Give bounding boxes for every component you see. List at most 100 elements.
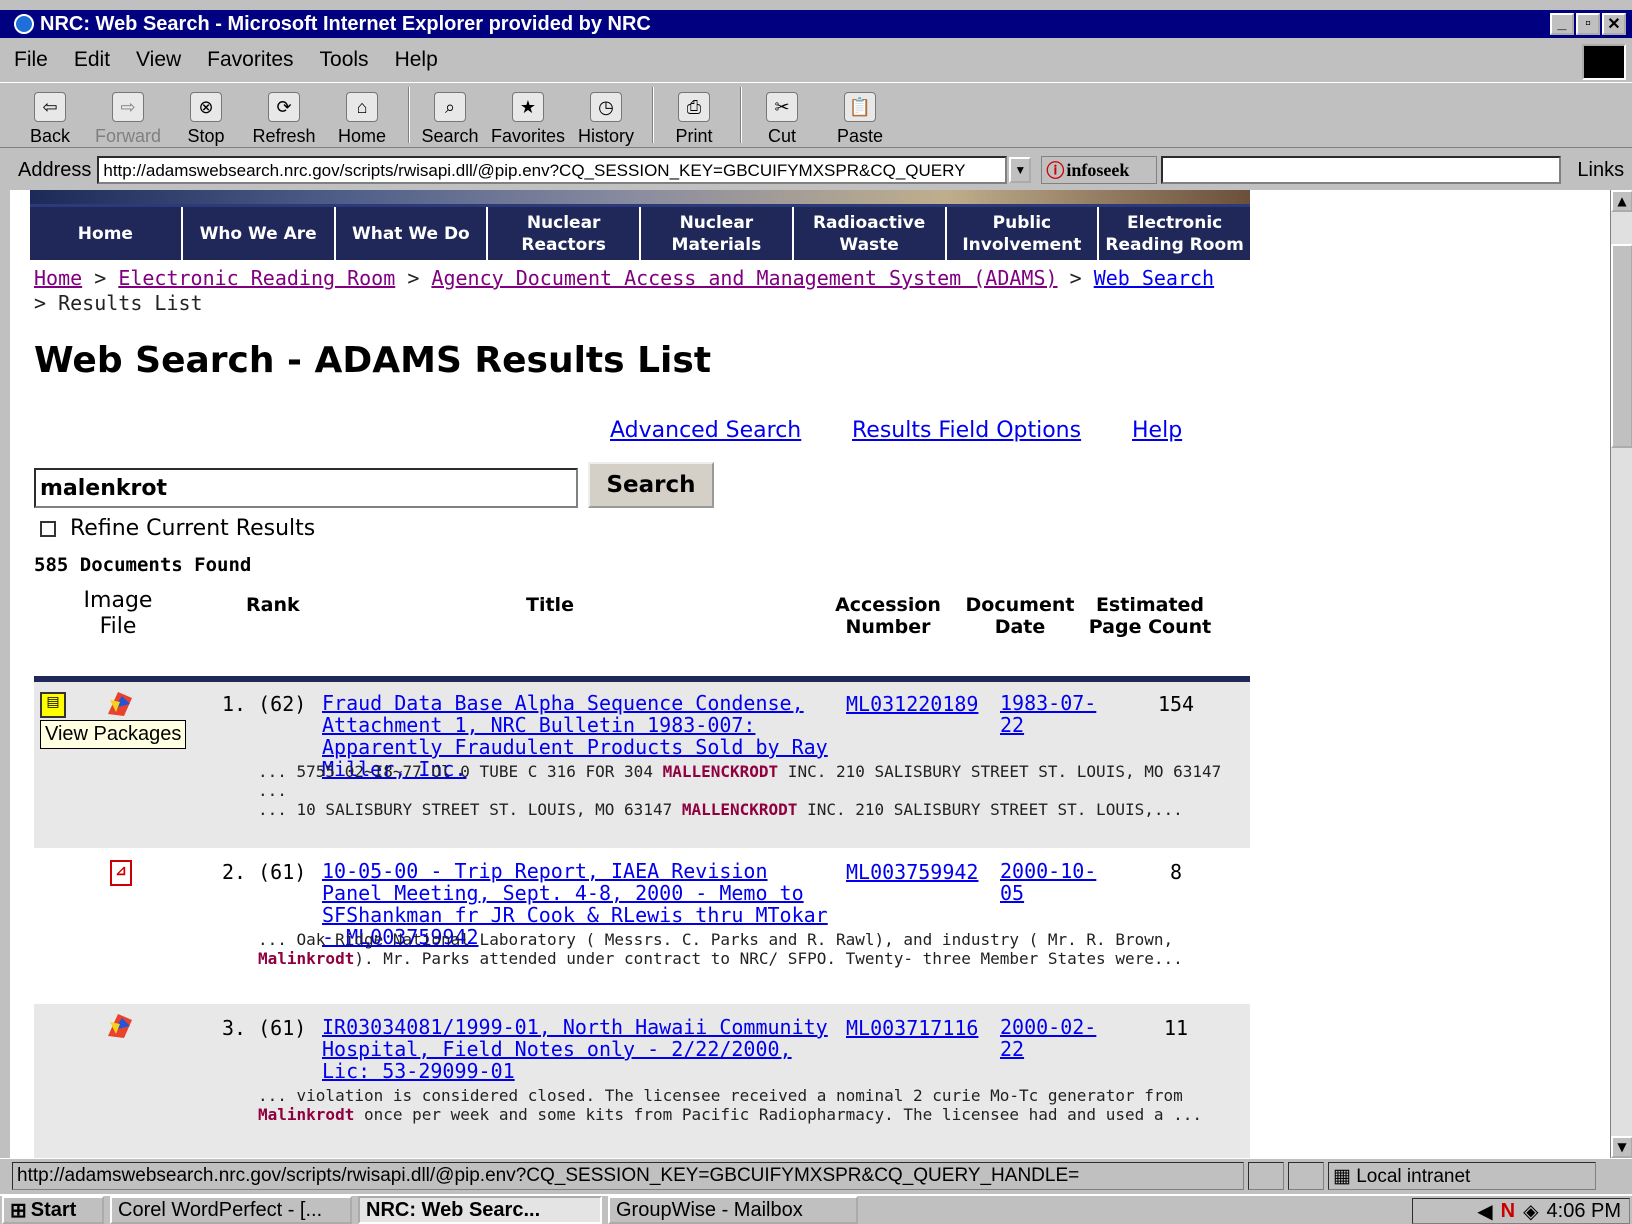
favorites-button[interactable]: ★ Favorites [491, 92, 565, 147]
maximize-button[interactable]: ▫ [1576, 13, 1600, 35]
breadcrumb-web-search[interactable]: Web Search [1094, 266, 1214, 290]
menu-edit[interactable]: Edit [74, 48, 110, 72]
security-zone: ▦ Local intranet [1328, 1161, 1596, 1190]
rank-value: 1. (62) [222, 692, 307, 716]
nav-nuclear-materials[interactable]: Nuclear Materials [641, 207, 794, 260]
window-title: NRC: Web Search - Microsoft Internet Exp… [40, 12, 651, 35]
print-button[interactable]: ⎙ Print [662, 92, 726, 147]
page-viewport: Home Who We Are What We Do Nuclear React… [10, 190, 1610, 1158]
menu-favorites[interactable]: Favorites [207, 48, 293, 72]
pdf-icon[interactable]: ⊿ [110, 860, 132, 886]
task-groupwise-mailbox[interactable]: GroupWise - Mailbox [608, 1196, 858, 1224]
table-row: ▤ 1. (62) Fraud Data Base Alpha Sequence… [34, 682, 1250, 848]
nav-what-we-do[interactable]: What We Do [336, 207, 489, 260]
cut-icon: ✂ [766, 92, 798, 122]
vertical-scrollbar[interactable]: ▲ ▼ [1610, 190, 1632, 1158]
stop-button[interactable]: ⊗ Stop [174, 92, 238, 147]
accession-number-link[interactable]: ML003759942 [846, 860, 978, 884]
infoseek-button[interactable]: ⓘ infoseek [1041, 156, 1158, 184]
forward-button[interactable]: ⇨ Forward [95, 92, 161, 147]
search-button[interactable]: Search [588, 462, 714, 508]
status-pane [1288, 1161, 1324, 1190]
infoseek-search-input[interactable] [1161, 156, 1562, 184]
toolbar: ⇦ Back ⇨ Forward ⊗ Stop ⟳ Refresh ⌂ Home ⌕ Sea… [0, 82, 1632, 148]
header-image-file: Image File [83, 588, 153, 639]
search-button-toolbar[interactable]: ⌕ Search [418, 92, 482, 147]
breadcrumb-home[interactable]: Home [34, 266, 82, 290]
page-title: Web Search - ADAMS Results List [34, 340, 712, 381]
advanced-search-link[interactable]: Advanced Search [610, 418, 801, 443]
breadcrumb-adams[interactable]: Agency Document Access and Management Sy… [431, 266, 1057, 290]
nav-radioactive-waste[interactable]: Radioactive Waste [794, 207, 947, 260]
nav-nuclear-reactors[interactable]: Nuclear Reactors [488, 207, 641, 260]
status-bar: http://adamswebsearch.nrc.gov/scripts/rw… [0, 1158, 1632, 1192]
results-field-options-link[interactable]: Results Field Options [852, 418, 1081, 443]
paste-button[interactable]: 📋 Paste [828, 92, 892, 147]
page-count: 11 [1163, 1016, 1189, 1040]
favorites-icon: ★ [512, 92, 544, 122]
windows-flag-icon: ⊞ [10, 1199, 27, 1222]
document-date-link[interactable]: 2000-02-22 [1000, 1016, 1100, 1060]
menu-view[interactable]: View [136, 48, 181, 72]
nav-home[interactable]: Home [30, 207, 183, 260]
refine-current-results[interactable]: Refine Current Results [40, 516, 315, 541]
menu-tools[interactable]: Tools [320, 48, 369, 72]
links-button[interactable]: Links [1577, 159, 1624, 182]
close-button[interactable]: ✕ [1602, 13, 1626, 35]
scroll-down-button[interactable]: ▼ [1611, 1136, 1632, 1158]
header-title[interactable]: Title [526, 594, 574, 616]
image-file-icon[interactable] [104, 688, 136, 718]
cut-button[interactable]: ✂ Cut [750, 92, 814, 147]
tray-app-icon[interactable]: ◈ [1523, 1199, 1538, 1224]
clock: 4:06 PM [1546, 1199, 1621, 1222]
accession-number-link[interactable]: ML031220189 [846, 692, 978, 716]
address-label: Address [18, 158, 92, 181]
breadcrumb-electronic-reading-room[interactable]: Electronic Reading Room [118, 266, 395, 290]
view-packages-icon[interactable]: ▤ [40, 692, 66, 718]
status-pane [1248, 1161, 1284, 1190]
nav-who-we-are[interactable]: Who We Are [183, 207, 336, 260]
help-link[interactable]: Help [1132, 418, 1182, 443]
volume-icon[interactable]: ◀ [1477, 1199, 1492, 1224]
header-accession-number[interactable]: Accession Number [828, 594, 948, 638]
back-button[interactable]: ⇦ Back [18, 92, 82, 147]
address-dropdown-button[interactable]: ▼ [1009, 157, 1032, 183]
scroll-up-button[interactable]: ▲ [1611, 190, 1632, 212]
search-input[interactable]: malenkrot [34, 468, 578, 508]
status-url: http://adamswebsearch.nrc.gov/scripts/rw… [12, 1161, 1244, 1190]
nav-electronic-reading-room[interactable]: Electronic Reading Room [1099, 207, 1250, 260]
refine-label: Refine Current Results [70, 516, 316, 541]
header-document-date[interactable]: Document Date [958, 594, 1082, 638]
minimize-button[interactable]: _ [1550, 13, 1574, 35]
task-corel-wordperfect[interactable]: Corel WordPerfect - [... [110, 1196, 352, 1224]
scroll-thumb[interactable] [1611, 244, 1632, 448]
nav-public-involvement[interactable]: Public Involvement [947, 207, 1100, 260]
menu-file[interactable]: File [14, 48, 48, 72]
document-date-link[interactable]: 2000-10-05 [1000, 860, 1100, 904]
novell-icon[interactable]: N [1501, 1200, 1515, 1223]
result-snippet: ... Oak Ridge National Laboratory ( Mess… [258, 930, 1183, 968]
result-snippet: ... 5755 02~I8~77 Ol 0 TUBE C 316 FOR 30… [258, 762, 1222, 819]
address-input[interactable]: http://adamswebsearch.nrc.gov/scripts/rw… [97, 156, 1008, 184]
image-file-icon[interactable] [104, 1010, 136, 1040]
history-button[interactable]: ◷ History [574, 92, 638, 147]
taskbar: ⊞ Start Corel WordPerfect - [... NRC: Web… [0, 1194, 1632, 1224]
site-nav: Home Who We Are What We Do Nuclear React… [30, 204, 1250, 260]
accession-number-link[interactable]: ML003717116 [846, 1016, 978, 1040]
header-rank[interactable]: Rank [246, 594, 300, 616]
menu-help[interactable]: Help [395, 48, 438, 72]
toolbar-separator [740, 87, 742, 143]
toolbar-separator [652, 87, 654, 143]
windows-logo-icon [1582, 44, 1626, 80]
refine-checkbox[interactable] [40, 520, 56, 537]
result-title-link[interactable]: IR03034081/1999-01, North Hawaii Communi… [322, 1016, 830, 1082]
task-nrc-web-search[interactable]: NRC: Web Searc... [358, 1196, 602, 1224]
result-snippet: ... violation is considered closed. The … [258, 1086, 1203, 1124]
document-date-link[interactable]: 1983-07-22 [1000, 692, 1100, 736]
home-button[interactable]: ⌂ Home [330, 92, 394, 147]
page-count: 8 [1169, 860, 1183, 884]
refresh-button[interactable]: ⟳ Refresh [252, 92, 316, 147]
site-banner [30, 190, 1250, 204]
header-estimated-page-count[interactable]: Estimated Page Count [1088, 594, 1212, 638]
start-button[interactable]: ⊞ Start [2, 1196, 104, 1224]
